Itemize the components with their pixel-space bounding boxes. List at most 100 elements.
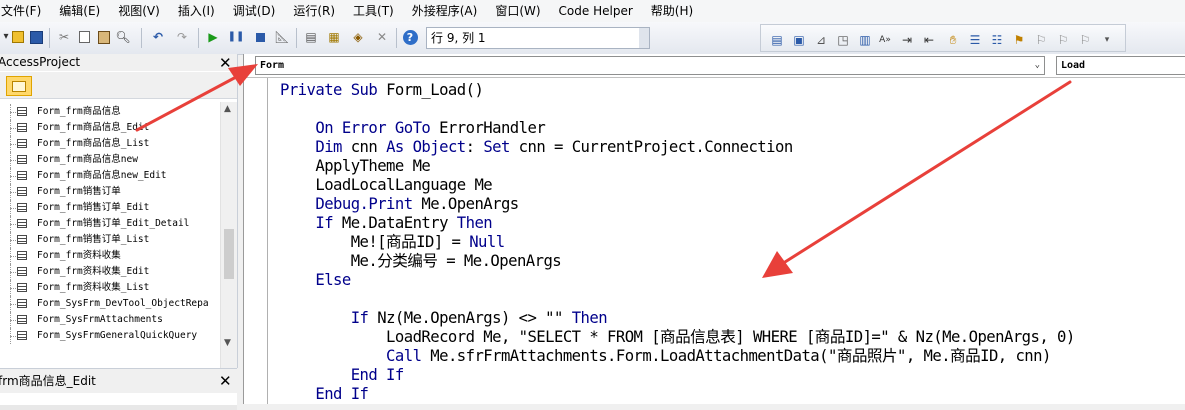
menu-bar: 文件(F) 编辑(E) 视图(V) 插入(I) 调试(D) 运行(R) 工具(T… xyxy=(0,0,1185,22)
code-line[interactable]: Private Sub Form_Load() xyxy=(280,81,484,100)
complete-word-icon[interactable]: ▥ xyxy=(857,32,873,48)
run-icon[interactable]: ▶ xyxy=(205,29,221,45)
code-keyword: Else xyxy=(280,271,351,289)
form-icon xyxy=(17,315,27,324)
cursor-position-text: 行 9, 列 1 xyxy=(431,31,486,45)
properties-icon[interactable]: ▦ xyxy=(326,29,342,45)
menu-edit[interactable]: 编辑(E) xyxy=(50,0,109,22)
paste-icon[interactable] xyxy=(96,29,112,45)
tree-item[interactable]: Form_frm商品信息_List xyxy=(0,136,220,152)
code-line[interactable]: If Me.DataEntry Then xyxy=(280,214,492,233)
quick-info-icon[interactable]: ⊿ xyxy=(813,32,829,48)
toolbar-grip[interactable] xyxy=(639,28,649,48)
code-line[interactable]: Call Me.sfrFrmAttachments.Form.LoadAttac… xyxy=(280,347,1051,366)
form-icon xyxy=(17,331,27,340)
tree-item[interactable]: Form_frm资料收集 xyxy=(0,248,220,264)
comment-block-icon[interactable]: ☰ xyxy=(967,32,983,48)
menu-addins[interactable]: 外接程序(A) xyxy=(403,0,487,22)
tree-item[interactable]: Form_frm商品信息_Edit xyxy=(0,120,220,136)
object-view-icon[interactable] xyxy=(10,29,26,45)
tree-item[interactable]: Form_SysFrmAttachments xyxy=(0,312,220,328)
toggle-breakpoint-icon[interactable]: ✋︎ xyxy=(945,32,961,48)
code-text: : xyxy=(465,138,484,156)
copy-icon[interactable] xyxy=(76,29,92,45)
chevron-down-icon[interactable]: ⌄ xyxy=(1035,57,1040,74)
tree-item[interactable]: Form_frm资料收集_List xyxy=(0,280,220,296)
code-keyword: End If xyxy=(280,366,405,384)
previous-bookmark-icon[interactable]: ⚐ xyxy=(1055,32,1071,48)
tree-item[interactable]: Form_frm销售订单_Edit xyxy=(0,200,220,216)
code-margin[interactable] xyxy=(255,78,268,404)
code-line[interactable]: Else xyxy=(280,271,351,290)
font-icon[interactable]: A» xyxy=(877,32,893,48)
uncomment-block-icon[interactable]: ☷ xyxy=(989,32,1005,48)
toggle-bookmark-icon[interactable]: ⚑ xyxy=(1011,32,1027,48)
list-properties-icon[interactable]: ▤ xyxy=(769,32,785,48)
undo-icon[interactable]: ↶ xyxy=(150,29,166,45)
menu-code-helper[interactable]: Code Helper xyxy=(550,0,642,22)
menu-help[interactable]: 帮助(H) xyxy=(642,0,702,22)
code-keyword: Debug.Print xyxy=(280,195,422,213)
menu-debug[interactable]: 调试(D) xyxy=(224,0,285,22)
tree-item[interactable]: Form_SysFrm_DevTool_ObjectRepa xyxy=(0,296,220,312)
scroll-down-icon[interactable]: ▼ xyxy=(224,338,231,348)
break-icon[interactable]: ❚❚ xyxy=(228,29,245,45)
code-text: ApplyTheme Me xyxy=(280,157,431,175)
design-mode-icon[interactable]: 📐︎ xyxy=(274,29,290,45)
tree-vertical-scrollbar[interactable]: ▲ ▼ xyxy=(220,102,237,400)
scroll-up-icon[interactable]: ▲ xyxy=(224,104,231,114)
menu-file[interactable]: 文件(F) xyxy=(0,0,50,22)
code-line[interactable]: LoadRecord Me, "SELECT * FROM [商品信息表] WH… xyxy=(280,328,1075,347)
find-icon[interactable]: 🔍︎ xyxy=(115,29,131,45)
object-combobox[interactable]: Form ⌄ xyxy=(255,56,1045,75)
toolbox-icon[interactable]: ✕ xyxy=(374,29,390,45)
redo-icon[interactable]: ↷ xyxy=(174,29,190,45)
tree-item[interactable]: Form_frm商品信息new xyxy=(0,152,220,168)
toggle-folders-button[interactable] xyxy=(6,76,32,96)
toolbar-options-icon[interactable]: ▾ xyxy=(1099,32,1115,48)
menu-view[interactable]: 视图(V) xyxy=(109,0,169,22)
menu-insert[interactable]: 插入(I) xyxy=(169,0,224,22)
form-icon xyxy=(17,107,27,116)
tree-item[interactable]: Form_frm销售订单_Edit_Detail xyxy=(0,216,220,232)
clear-bookmarks-icon[interactable]: ⚐ xyxy=(1077,32,1093,48)
menu-tools[interactable]: 工具(T) xyxy=(344,0,403,22)
help-icon[interactable]: ? xyxy=(402,29,418,45)
code-line[interactable]: Debug.Print Me.OpenArgs xyxy=(280,195,519,214)
reset-icon[interactable] xyxy=(252,29,268,45)
tree-item[interactable]: Form_SysFrmGeneralQuickQuery xyxy=(0,328,220,344)
tree-item[interactable]: Form_frm商品信息new_Edit xyxy=(0,168,220,184)
close-icon[interactable]: ✕ xyxy=(219,55,232,71)
tree-item[interactable]: Form_frm销售订单 xyxy=(0,184,220,200)
close-icon[interactable]: ✕ xyxy=(219,373,232,389)
procedure-combobox-value: Load xyxy=(1061,60,1086,71)
code-editor[interactable]: Private Sub Form_Load() On Error GoTo Er… xyxy=(280,81,1185,404)
outdent-icon[interactable]: ⇤ xyxy=(921,32,937,48)
procedure-combobox[interactable]: Load xyxy=(1056,56,1185,75)
code-line[interactable]: Me.分类编号 = Me.OpenArgs xyxy=(280,252,562,271)
tree-item[interactable]: Form_frm商品信息 xyxy=(0,104,220,120)
tree-item[interactable]: Form_frm销售订单_List xyxy=(0,232,220,248)
save-icon[interactable] xyxy=(28,29,44,45)
code-line[interactable]: End If xyxy=(280,385,369,404)
code-text: LoadLocalLanguage Me xyxy=(280,176,493,194)
folder-icon xyxy=(12,80,26,92)
next-bookmark-icon[interactable]: ⚐ xyxy=(1033,32,1049,48)
code-line[interactable]: On Error GoTo ErrorHandler xyxy=(280,119,545,138)
parameter-info-icon[interactable]: ◳ xyxy=(835,32,851,48)
code-line[interactable]: End If xyxy=(280,366,405,385)
indent-icon[interactable]: ⇥ xyxy=(899,32,915,48)
code-line[interactable]: Dim cnn As Object: Set cnn = CurrentProj… xyxy=(280,138,793,157)
cut-icon[interactable]: ✂ xyxy=(56,29,72,45)
code-line[interactable]: ApplyTheme Me xyxy=(280,157,430,176)
scroll-thumb[interactable] xyxy=(224,229,234,279)
code-line[interactable]: LoadLocalLanguage Me xyxy=(280,176,492,195)
tree-item[interactable]: Form_frm资料收集_Edit xyxy=(0,264,220,280)
object-browser-icon[interactable]: ◈ xyxy=(350,29,366,45)
menu-run[interactable]: 运行(R) xyxy=(284,0,344,22)
menu-window[interactable]: 窗口(W) xyxy=(486,0,549,22)
code-line[interactable]: If Nz(Me.OpenArgs) <> "" Then xyxy=(280,309,608,328)
project-explorer-icon[interactable]: ▤ xyxy=(303,29,319,45)
code-line[interactable]: Me![商品ID] = Null xyxy=(280,233,505,252)
list-constants-icon[interactable]: ▣ xyxy=(791,32,807,48)
